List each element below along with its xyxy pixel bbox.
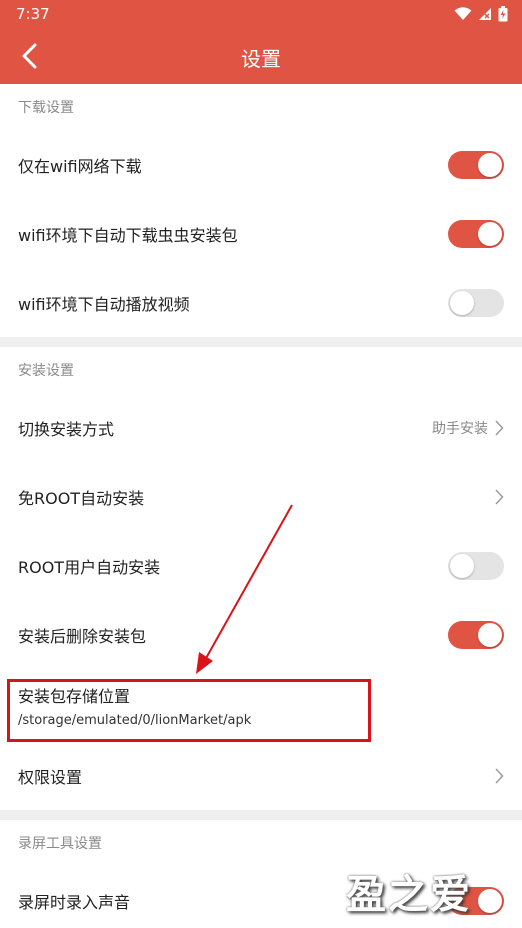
status-icons <box>454 6 508 22</box>
row-delete-after-install[interactable]: 安装后删除安装包 <box>0 600 522 669</box>
install-method-value: 助手安装 <box>432 420 488 437</box>
toggle-delete-after-install[interactable] <box>448 620 504 649</box>
row-wifi-autoplay-video[interactable]: wifi环境下自动播放视频 <box>0 268 522 337</box>
row-label: 切换安装方式 <box>18 419 115 439</box>
watermark: 盈之爱 <box>346 872 472 918</box>
battery-icon <box>498 6 508 22</box>
row-wifi-auto-download[interactable]: wifi环境下自动下载虫虫安装包 <box>0 199 522 268</box>
row-label: wifi环境下自动播放视频 <box>18 294 190 314</box>
chevron-right-icon <box>495 767 504 784</box>
row-label: 录屏时录入声音 <box>18 892 131 912</box>
row-label: 安装包存储位置 <box>18 686 131 706</box>
status-time: 7:37 <box>16 5 50 23</box>
chevron-right-icon <box>495 488 504 505</box>
toggle-knob <box>478 888 502 913</box>
row-root-user-install[interactable]: ROOT用户自动安装 <box>0 531 522 600</box>
toggle-wifi-only-download[interactable] <box>448 150 504 179</box>
wifi-icon <box>454 7 472 20</box>
page-title: 设置 <box>241 47 281 71</box>
section-header-install: 安装设置 <box>0 347 522 393</box>
row-switch-install-method[interactable]: 切换安装方式 助手安装 <box>0 393 522 462</box>
toggle-wifi-autoplay-video[interactable] <box>448 288 504 317</box>
row-label: 仅在wifi网络下载 <box>18 156 142 176</box>
section-divider <box>0 810 522 820</box>
settings-list: 下载设置 仅在wifi网络下载 wifi环境下自动下载虫虫安装包 wifi环境下… <box>0 84 522 928</box>
row-label: ROOT用户自动安装 <box>18 557 161 577</box>
toggle-knob <box>450 290 474 315</box>
toggle-knob <box>478 152 502 177</box>
chevron-right-icon <box>495 419 504 436</box>
row-storage-location[interactable]: 安装包存储位置 /storage/emulated/0/lionMarket/a… <box>0 669 522 741</box>
toggle-knob <box>478 622 502 647</box>
section-header-record: 录屏工具设置 <box>0 820 522 866</box>
signal-icon <box>479 8 491 20</box>
toggle-knob <box>450 553 474 578</box>
toggle-knob <box>478 221 502 246</box>
section-divider <box>0 337 522 347</box>
toolbar: 设置 <box>0 28 522 84</box>
toggle-root-user-install[interactable] <box>448 551 504 580</box>
app-bar: 7:37 设置 <box>0 0 522 84</box>
row-wifi-only-download[interactable]: 仅在wifi网络下载 <box>0 130 522 199</box>
row-label: 免ROOT自动安装 <box>18 488 145 508</box>
row-label: 安装后删除安装包 <box>18 626 147 646</box>
value-wrap: 助手安装 <box>432 418 504 438</box>
toggle-wifi-auto-download[interactable] <box>448 219 504 248</box>
row-label: wifi环境下自动下载虫虫安装包 <box>18 225 238 245</box>
row-label: 权限设置 <box>18 767 83 787</box>
section-header-download: 下载设置 <box>0 84 522 130</box>
storage-path: /storage/emulated/0/lionMarket/apk <box>18 712 252 728</box>
status-bar: 7:37 <box>0 0 522 28</box>
row-permissions[interactable]: 权限设置 <box>0 741 522 810</box>
row-root-free-install[interactable]: 免ROOT自动安装 <box>0 462 522 531</box>
